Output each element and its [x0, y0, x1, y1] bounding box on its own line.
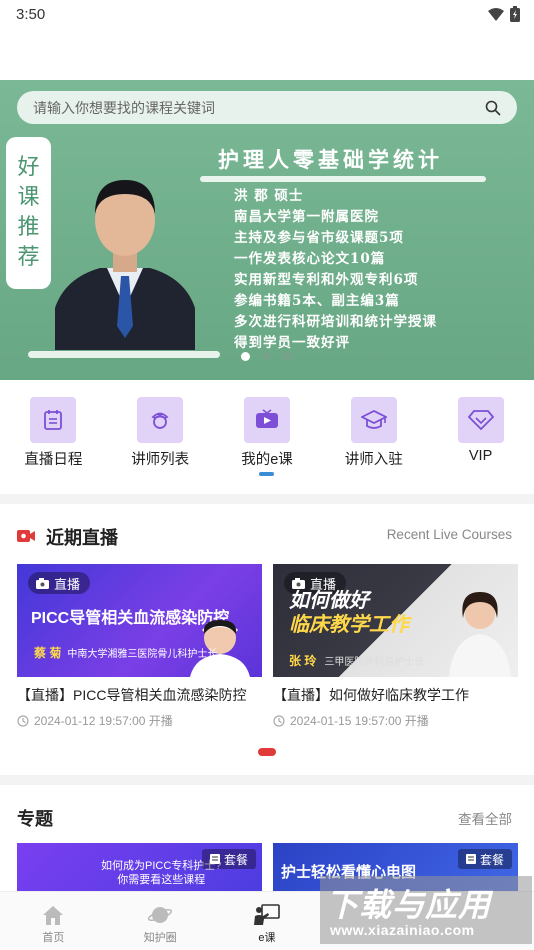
status-icons	[488, 6, 520, 22]
search-box[interactable]	[17, 91, 517, 124]
nav-label: 直播日程	[24, 452, 83, 468]
carousel-dots[interactable]	[241, 352, 292, 361]
status-time: 3:50	[16, 6, 46, 23]
tag-char: 荐	[17, 245, 40, 270]
live-course-time: 2024-01-12 19:57:00 开播	[17, 712, 262, 729]
section-divider	[0, 775, 534, 785]
live-course-card[interactable]: 直播 如何做好 临床教学工作 张 玲三甲医院外科总护士长 【直播】如何做好临床教…	[273, 564, 518, 729]
package-badge: 套餐	[201, 849, 256, 869]
nav-lecturer-join[interactable]: 讲师入驻	[320, 388, 427, 483]
graduation-cap-icon	[360, 409, 387, 429]
title-underline	[200, 176, 486, 182]
video-play-icon	[255, 409, 278, 428]
camera-icon	[36, 577, 49, 589]
live-course-time: 2024-01-15 19:57:00 开播	[273, 712, 518, 729]
nav-vip[interactable]: VIP	[427, 388, 534, 483]
live-course-card[interactable]: 直播 PICC导管相关血流感染防控 蔡 菊中南大学湘雅三医院骨儿科护士长 【直播…	[17, 564, 262, 729]
tab-circle[interactable]: 知护圈	[107, 892, 214, 950]
nurse-icon	[151, 412, 169, 429]
bio-line: 参编书籍5本、副主编3篇	[234, 293, 400, 309]
lecturer-portrait	[55, 180, 195, 350]
live-badge: 直播	[28, 572, 91, 594]
nav-label: 讲师列表	[131, 452, 190, 468]
package-icon	[465, 854, 476, 864]
bio-line: 多次进行科研培训和统计学授课	[234, 314, 437, 330]
package-icon	[209, 854, 220, 864]
wifi-icon	[488, 7, 504, 21]
bio-line: 实用新型专利和外观专利6项	[234, 272, 419, 288]
tab-ecourse[interactable]: e课	[214, 892, 321, 950]
live-badge-label: 直播	[54, 576, 81, 592]
bio-line: 一作发表核心论文10篇	[234, 251, 386, 267]
watermark-url: www.xiazainiao.com	[330, 922, 475, 938]
search-input[interactable]	[33, 99, 485, 116]
e-course-icon	[253, 904, 280, 925]
tag-char: 课	[17, 185, 40, 210]
live-course-title[interactable]: 【直播】如何做好临床教学工作	[273, 685, 518, 705]
bio-line: 得到学员一致好评	[234, 335, 350, 351]
tab-label: e课	[258, 932, 276, 944]
tab-home[interactable]: 首页	[0, 892, 107, 950]
diamond-icon	[467, 410, 494, 431]
planet-icon	[148, 907, 173, 923]
tab-label: 知护圈	[143, 932, 177, 944]
nav-active-indicator	[259, 472, 274, 476]
quick-nav: 直播日程 讲师列表 我的e课 讲师入驻 VIP	[0, 388, 534, 483]
battery-icon	[510, 6, 520, 22]
watermark-logo: 下载与应用 www.xiazainiao.com	[320, 876, 532, 944]
bio-line: 南昌大学第一附属医院	[234, 209, 379, 225]
live-section-header: 近期直播 Recent Live Courses	[0, 522, 534, 552]
search-icon[interactable]	[485, 100, 501, 116]
thumbnail-lecturer: 蔡 菊中南大学湘雅三医院骨儿科护士长	[34, 646, 218, 660]
bio-line: 主持及参与省市级课题5项	[234, 230, 404, 246]
live-thumbnail[interactable]: 直播 如何做好 临床教学工作 张 玲三甲医院外科总护士长	[273, 564, 518, 677]
course-title: 护理人零基础学统计	[218, 147, 443, 172]
live-section-subtitle[interactable]: Recent Live Courses	[387, 527, 512, 542]
carousel-dot[interactable]	[283, 352, 292, 361]
tag-char: 推	[17, 215, 40, 240]
recommend-tag: 好 课 推 荐	[6, 137, 51, 289]
nav-lecturer-list[interactable]: 讲师列表	[107, 388, 214, 483]
clock-icon	[17, 714, 29, 727]
nav-label: 我的e课	[241, 452, 293, 468]
nav-my-ecourse[interactable]: 我的e课	[214, 388, 321, 483]
package-badge: 套餐	[457, 849, 512, 869]
live-thumbnail[interactable]: 直播 PICC导管相关血流感染防控 蔡 菊中南大学湘雅三医院骨儿科护士长	[17, 564, 262, 677]
live-page-indicator	[258, 748, 276, 756]
topics-section-header: 专题 查看全部	[0, 803, 534, 833]
section-divider	[0, 494, 534, 504]
course-banner[interactable]: 好 课 推 荐 护理人零基础学统计 洪 郡 硕士 南昌大学第一附属医院 主持及参…	[0, 80, 534, 380]
home-icon	[43, 906, 64, 925]
calendar-icon	[44, 410, 63, 430]
live-section-title: 近期直播	[46, 528, 118, 548]
name-bar	[28, 351, 220, 358]
live-camera-icon	[17, 530, 35, 542]
bio-line: 洪 郡 硕士	[234, 188, 304, 204]
live-course-title[interactable]: 【直播】PICC导管相关血流感染防控	[17, 685, 262, 705]
view-all-link[interactable]: 查看全部	[458, 808, 512, 828]
tab-label: 首页	[42, 932, 65, 944]
thumbnail-lecturer: 张 玲三甲医院外科总护士长	[289, 654, 425, 668]
watermark-text: 下载与应用	[326, 887, 492, 923]
carousel-dot[interactable]	[262, 352, 271, 361]
nav-live-schedule[interactable]: 直播日程	[0, 388, 107, 483]
lecturer-bio: 洪 郡 硕士 南昌大学第一附属医院 主持及参与省市级课题5项 一作发表核心论文1…	[234, 186, 437, 354]
lecturer-photo	[449, 592, 511, 677]
nav-label: VIP	[468, 448, 493, 464]
tag-char: 好	[17, 155, 40, 180]
nav-label: 讲师入驻	[344, 452, 403, 468]
status-bar: 3:50	[0, 0, 534, 28]
topics-section-title: 专题	[17, 809, 53, 829]
carousel-dot[interactable]	[241, 352, 250, 361]
live-course-list: 直播 PICC导管相关血流感染防控 蔡 菊中南大学湘雅三医院骨儿科护士长 【直播…	[17, 564, 534, 734]
topic-card[interactable]: 如何成为PICC专科护士? 你需要看这些课程 套餐	[17, 843, 262, 891]
clock-icon	[273, 714, 285, 727]
thumbnail-title: 临床教学工作	[289, 614, 409, 636]
